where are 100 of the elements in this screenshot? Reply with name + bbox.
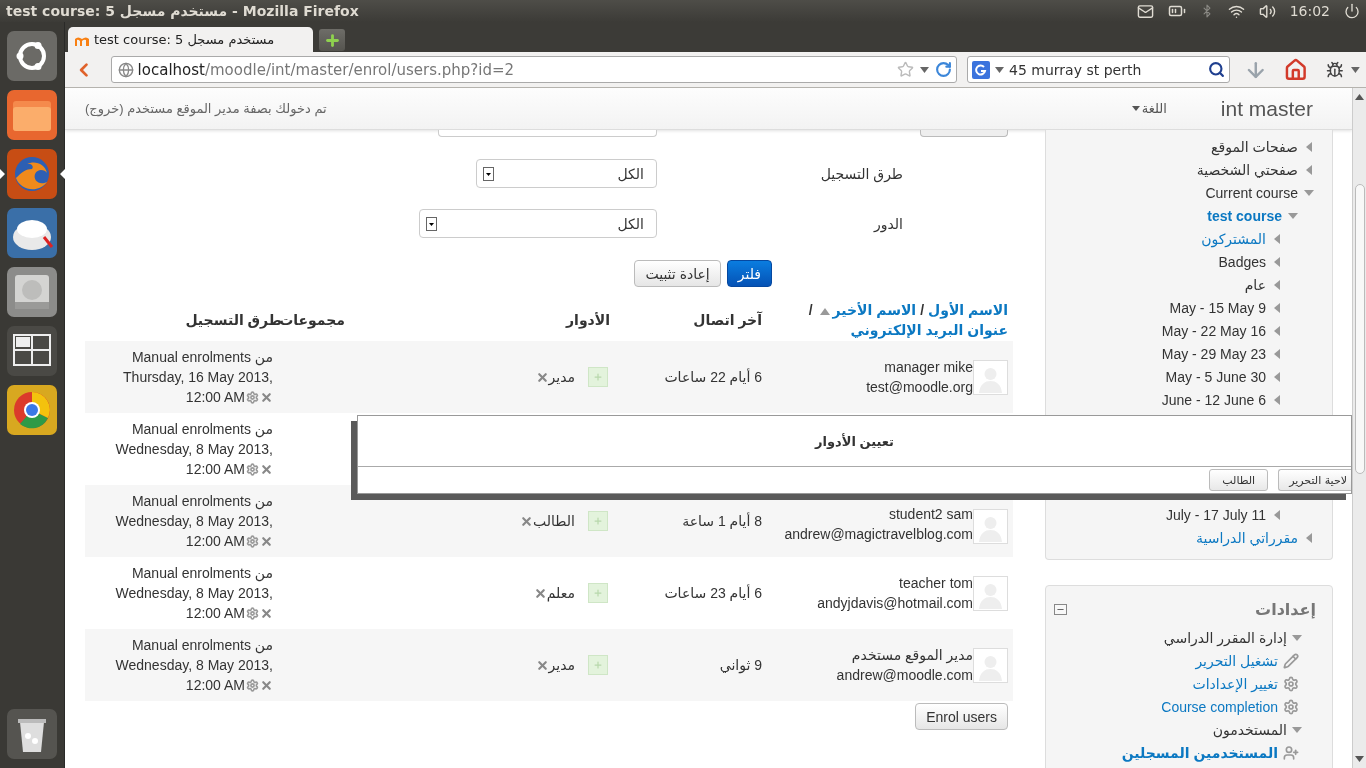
nav-item[interactable]: May - 22 May 16 (1161, 322, 1266, 339)
delete-icon[interactable] (260, 534, 273, 548)
nav-item[interactable]: صفحتي الشخصية (1196, 161, 1298, 178)
search-engine-icon[interactable] (972, 60, 991, 79)
bug-icon[interactable] (1325, 60, 1344, 79)
sort-link[interactable]: الاسم الأول (928, 302, 1008, 318)
search-icon[interactable] (1208, 61, 1226, 78)
nav-item[interactable]: July - 17 July 11 (1165, 506, 1266, 523)
role-button[interactable]: الطالب (1209, 469, 1269, 491)
search-field[interactable]: 45 murray st perth (967, 56, 1231, 83)
collapsed-caret-icon[interactable] (1272, 348, 1282, 359)
gear-icon[interactable] (246, 678, 259, 692)
caret-icon[interactable] (920, 66, 930, 73)
settings-link[interactable]: المستخدمين المسجلين (1121, 744, 1278, 761)
gear-icon (1283, 675, 1299, 692)
nav-item[interactable]: صفحات الموقع (1211, 138, 1298, 155)
remove-role-icon[interactable] (533, 586, 547, 600)
round-logo-icon[interactable] (6, 384, 58, 436)
nav-item[interactable]: Current course (1205, 184, 1298, 201)
settings-item[interactable]: المستخدمون (1212, 721, 1287, 738)
sort-link[interactable]: الاسم الأخير (832, 302, 917, 318)
nav-item[interactable]: May - 15 May 9 (1169, 299, 1266, 316)
app-icon[interactable] (6, 207, 58, 259)
delete-icon[interactable] (260, 606, 273, 620)
partial-field[interactable] (438, 130, 657, 137)
delete-icon[interactable] (260, 390, 273, 404)
collapsed-caret-icon[interactable] (1304, 532, 1314, 543)
sort-ascending-icon[interactable] (819, 308, 830, 315)
nav-item[interactable]: test course (1207, 207, 1282, 224)
remove-role-icon[interactable] (535, 658, 549, 672)
collapsed-caret-icon[interactable] (1272, 233, 1282, 244)
delete-icon[interactable] (260, 462, 273, 476)
collapsed-caret-icon[interactable] (1272, 394, 1282, 405)
expanded-caret-icon[interactable] (1292, 724, 1302, 735)
expanded-caret-icon[interactable] (1292, 632, 1302, 643)
site-name[interactable]: int master (1220, 96, 1313, 121)
trash-icon[interactable] (6, 708, 58, 760)
settings-link[interactable]: تشغيل التحرير (1195, 652, 1278, 669)
expanded-caret-icon[interactable] (1304, 187, 1314, 198)
last-access-text: 6 أيام 23 ساعات (664, 585, 762, 601)
nav-item[interactable]: May - 5 June 30 (1165, 368, 1266, 385)
settings-item[interactable]: إدارة المقرر الدراسي (1163, 629, 1287, 646)
delete-icon[interactable] (260, 678, 273, 692)
sort-link[interactable]: عنوان البريد الإلكتروني (850, 322, 1008, 338)
bookmark-star-icon[interactable] (897, 61, 915, 78)
collapsed-caret-icon[interactable] (1272, 279, 1282, 290)
nav-item[interactable]: عام (1244, 276, 1266, 293)
remove-role-icon[interactable] (535, 370, 549, 384)
collapsed-caret-icon[interactable] (1272, 325, 1282, 336)
collapsed-caret-icon[interactable] (1272, 256, 1282, 267)
gear-icon (1283, 698, 1299, 715)
globe-icon[interactable] (6, 148, 58, 200)
separator-text: / (920, 302, 925, 318)
circle-logo-icon[interactable] (6, 30, 58, 82)
nav-item[interactable]: المشتركون (1201, 230, 1266, 247)
gear-icon[interactable] (246, 534, 259, 548)
collapsed-caret-icon[interactable] (1272, 509, 1282, 520)
nav-item[interactable]: June - 12 June 6 (1161, 391, 1266, 408)
settings-link[interactable]: Course completion (1161, 698, 1278, 715)
last-access-text: 9 ثواني (719, 657, 762, 673)
reload-icon[interactable] (935, 61, 953, 78)
role-button[interactable]: لاحية التحرير (1278, 469, 1351, 491)
gear-icon[interactable] (246, 606, 259, 620)
logout-link[interactable]: (خروج) (85, 101, 124, 116)
mail-icon[interactable] (1136, 2, 1154, 20)
filter-select[interactable]: الكل (419, 209, 657, 238)
remove-role-icon[interactable] (520, 514, 534, 528)
gear-icon[interactable] (246, 390, 259, 404)
scroll-up-icon[interactable] (1355, 94, 1364, 100)
settings-link[interactable]: تغيير الإعدادات (1192, 675, 1278, 692)
caret-icon[interactable] (995, 66, 1005, 73)
folder-icon[interactable] (6, 89, 58, 141)
new-tab-button[interactable] (319, 29, 345, 51)
workspaces-icon[interactable] (6, 325, 58, 377)
enrol-users-button[interactable]: Enrol users (915, 703, 1008, 730)
reset-button[interactable]: إعادة تثبيت (634, 260, 721, 287)
browser-tab[interactable]: test course: 5 مستخدم مسجل (68, 27, 313, 52)
power-icon[interactable] (1344, 3, 1360, 19)
address-field[interactable]: localhost/moodle/int/master/enrol/users.php?id=2 (110, 56, 958, 83)
collapsed-caret-icon[interactable] (1272, 371, 1282, 382)
filter-button[interactable]: فلتر (726, 260, 772, 287)
language-menu[interactable]: اللغة (1131, 101, 1167, 116)
disk-drive-icon[interactable] (6, 266, 58, 318)
collapsed-caret-icon[interactable] (1272, 302, 1282, 313)
partial-button[interactable] (920, 130, 1008, 137)
gear-icon[interactable] (246, 462, 259, 476)
nav-item[interactable]: May - 29 May 23 (1161, 345, 1266, 362)
caret-icon[interactable] (1351, 66, 1360, 73)
collapse-icon[interactable] (1054, 603, 1067, 615)
scroll-down-icon[interactable] (1355, 756, 1364, 762)
expanded-caret-icon[interactable] (1288, 210, 1298, 221)
nav-item[interactable]: مقرراتي الدراسية (1195, 529, 1298, 546)
collapsed-caret-icon[interactable] (1304, 164, 1314, 175)
nav-item[interactable]: Badges (1218, 253, 1266, 270)
collapsed-caret-icon[interactable] (1304, 141, 1314, 152)
clock[interactable]: 16:02 (1289, 3, 1330, 19)
scrollbar-thumb[interactable] (1354, 184, 1365, 474)
filter-select[interactable]: الكل (476, 159, 657, 188)
volume-icon[interactable] (1258, 2, 1276, 20)
home-icon[interactable] (1283, 57, 1308, 82)
